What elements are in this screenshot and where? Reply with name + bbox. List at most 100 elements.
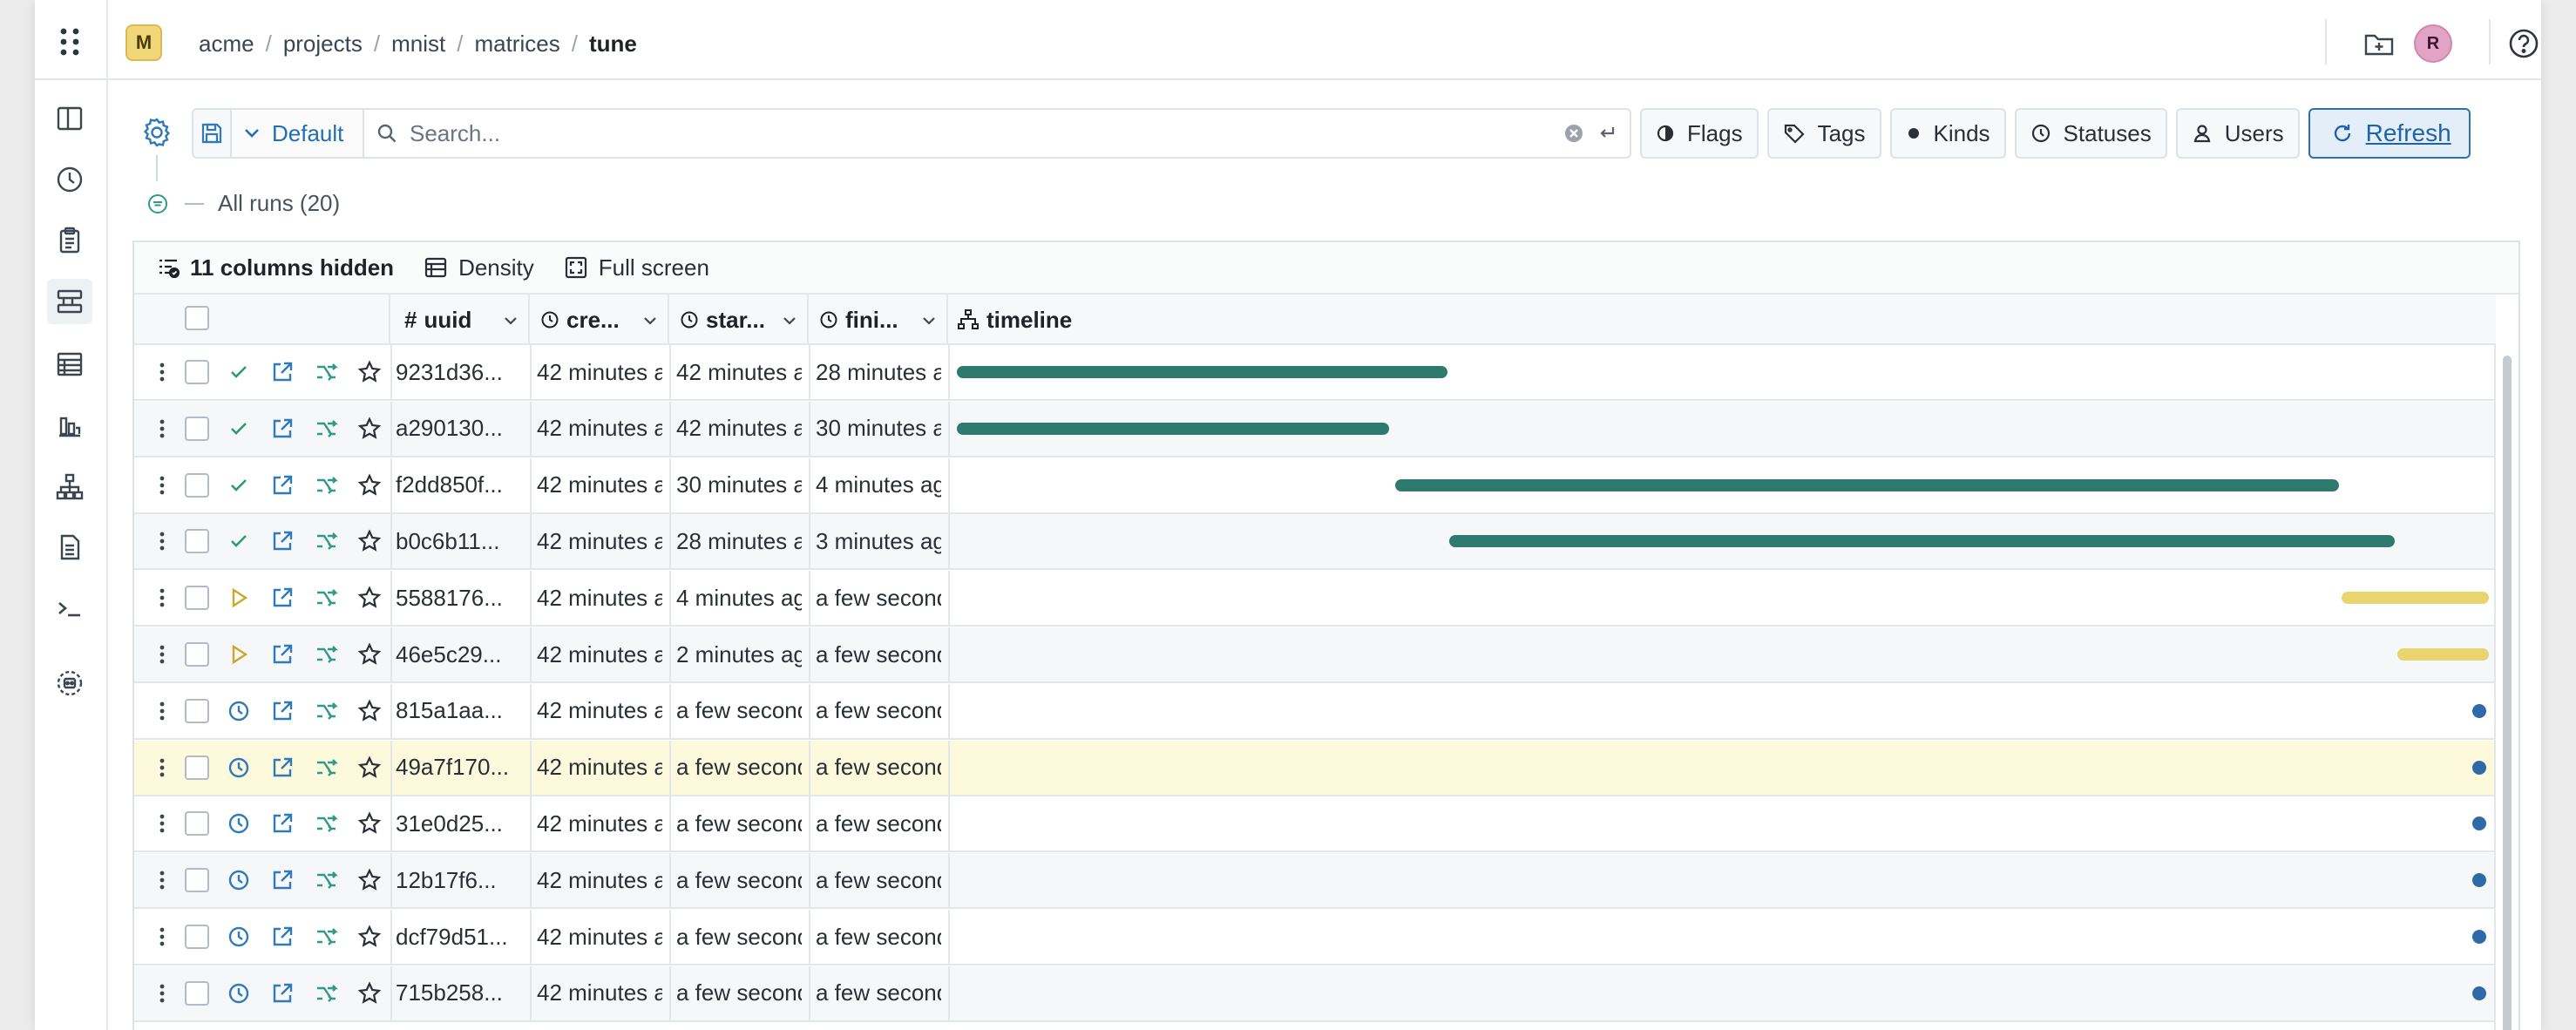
timeline-dot[interactable]: [2471, 873, 2486, 888]
drag-handle-icon[interactable]: [150, 642, 174, 667]
open-run-icon[interactable]: [270, 756, 295, 780]
table-row[interactable]: 5588176... 42 minutes ago 4 minutes ago a f…: [134, 571, 2496, 627]
run-uuid[interactable]: b0c6b11...: [396, 514, 525, 568]
row-checkbox[interactable]: [185, 360, 209, 384]
star-icon[interactable]: [357, 925, 382, 949]
compare-icon[interactable]: [314, 756, 338, 780]
star-icon[interactable]: [357, 529, 382, 553]
apps-menu-icon[interactable]: [54, 24, 85, 59]
save-search-button[interactable]: [192, 108, 232, 159]
breadcrumb-owner[interactable]: acme: [199, 30, 254, 58]
scrollbar-thumb[interactable]: [2503, 356, 2512, 1030]
open-run-icon[interactable]: [270, 642, 295, 667]
open-run-icon[interactable]: [270, 417, 295, 441]
compare-icon[interactable]: [314, 925, 338, 949]
clear-search-icon[interactable]: [1563, 123, 1584, 144]
filter-node-icon[interactable]: [146, 193, 169, 215]
compare-icon[interactable]: [314, 529, 338, 553]
table-row[interactable]: 815a1aa... 42 minutes ago a few seconds ag…: [134, 683, 2496, 740]
statuses-filter-button[interactable]: Statuses: [2014, 108, 2167, 159]
select-all-checkbox[interactable]: [185, 306, 209, 330]
run-uuid[interactable]: a290130...: [396, 402, 525, 456]
open-run-icon[interactable]: [270, 811, 295, 836]
sidebar-agent-icon[interactable]: [52, 666, 87, 701]
table-row[interactable]: 12b17f6... 42 minutes ago a few seconds ag…: [134, 853, 2496, 910]
table-row[interactable]: a290130... 42 minutes ago 42 minutes ago 30…: [134, 401, 2496, 457]
star-icon[interactable]: [357, 756, 382, 780]
table-row[interactable]: dcf79d51... 42 minutes ago a few seconds a…: [134, 910, 2496, 966]
row-checkbox[interactable]: [185, 811, 209, 837]
open-run-icon[interactable]: [270, 360, 295, 384]
compare-icon[interactable]: [314, 699, 338, 723]
breadcrumb-matrix[interactable]: matrices: [474, 30, 559, 58]
all-runs-label[interactable]: All runs (20): [218, 190, 340, 217]
table-row[interactable]: b0c6b11... 42 minutes ago 28 minutes ago 3 …: [134, 514, 2496, 571]
star-icon[interactable]: [357, 417, 382, 441]
sidebar-activity-icon[interactable]: [52, 162, 87, 197]
tags-filter-button[interactable]: Tags: [1766, 108, 1881, 159]
compare-icon[interactable]: [314, 417, 338, 441]
open-run-icon[interactable]: [270, 981, 295, 1006]
row-checkbox[interactable]: [185, 755, 209, 780]
timeline-dot[interactable]: [2471, 930, 2486, 944]
enter-icon[interactable]: [1596, 123, 1617, 144]
preset-dropdown[interactable]: Default: [232, 108, 364, 159]
header-started[interactable]: star...: [669, 295, 809, 345]
row-checkbox[interactable]: [185, 416, 209, 441]
search-box[interactable]: [364, 108, 1631, 159]
timeline-dot[interactable]: [2471, 760, 2486, 775]
user-avatar[interactable]: R: [2414, 24, 2452, 63]
drag-handle-icon[interactable]: [150, 925, 174, 949]
breadcrumb-projects[interactable]: projects: [283, 30, 363, 58]
star-icon[interactable]: [357, 981, 382, 1006]
drag-handle-icon[interactable]: [150, 360, 174, 384]
timeline-bar[interactable]: [957, 366, 1447, 378]
row-checkbox[interactable]: [185, 980, 209, 1006]
row-checkbox[interactable]: [185, 868, 209, 893]
drag-handle-icon[interactable]: [150, 868, 174, 892]
new-folder-icon[interactable]: [2362, 26, 2396, 61]
open-run-icon[interactable]: [270, 529, 295, 553]
timeline-bar[interactable]: [2397, 648, 2489, 661]
timeline-dot[interactable]: [2471, 986, 2486, 1000]
run-uuid[interactable]: 31e0d25...: [396, 796, 525, 850]
compare-icon[interactable]: [314, 811, 338, 836]
star-icon[interactable]: [357, 360, 382, 384]
settings-gear-icon[interactable]: [139, 115, 174, 150]
star-icon[interactable]: [357, 811, 382, 836]
drag-handle-icon[interactable]: [150, 699, 174, 723]
sidebar-hierarchy-icon[interactable]: [52, 469, 87, 504]
full-screen-button[interactable]: Full screen: [564, 254, 709, 281]
row-checkbox[interactable]: [185, 925, 209, 949]
help-icon[interactable]: [2506, 26, 2541, 61]
flags-filter-button[interactable]: Flags: [1640, 108, 1759, 159]
star-icon[interactable]: [357, 586, 382, 610]
compare-icon[interactable]: [314, 360, 338, 384]
open-run-icon[interactable]: [270, 473, 295, 498]
drag-handle-icon[interactable]: [150, 417, 174, 441]
sidebar-table-icon[interactable]: [52, 347, 87, 382]
table-row[interactable]: f2dd850f... 42 minutes ago 30 minutes ago 4…: [134, 457, 2496, 514]
open-run-icon[interactable]: [270, 586, 295, 610]
row-checkbox[interactable]: [185, 529, 209, 554]
run-uuid[interactable]: f2dd850f...: [396, 458, 525, 512]
drag-handle-icon[interactable]: [150, 756, 174, 780]
table-row[interactable]: 715b258... 42 minutes ago a few seconds ag…: [134, 966, 2496, 1022]
row-checkbox[interactable]: [185, 642, 209, 667]
refresh-button[interactable]: Refresh: [2308, 108, 2471, 159]
table-row[interactable]: 49a7f170... 42 minutes ago a few seconds a…: [134, 740, 2496, 796]
table-row[interactable]: 31e0d25... 42 minutes ago a few seconds ag…: [134, 796, 2496, 853]
header-uuid[interactable]: # uuid: [390, 295, 530, 345]
drag-handle-icon[interactable]: [150, 981, 174, 1006]
header-finished[interactable]: fini...: [809, 295, 948, 345]
row-checkbox[interactable]: [185, 698, 209, 723]
search-input[interactable]: [410, 119, 1551, 147]
sidebar-document-icon[interactable]: [52, 530, 87, 565]
run-uuid[interactable]: 46e5c29...: [396, 627, 525, 681]
kinds-filter-button[interactable]: Kinds: [1889, 108, 2006, 159]
run-uuid[interactable]: 9231d36...: [396, 345, 525, 399]
header-created[interactable]: cre...: [530, 295, 669, 345]
vertical-scrollbar[interactable]: [2494, 345, 2518, 1030]
star-icon[interactable]: [357, 699, 382, 723]
compare-icon[interactable]: [314, 981, 338, 1006]
